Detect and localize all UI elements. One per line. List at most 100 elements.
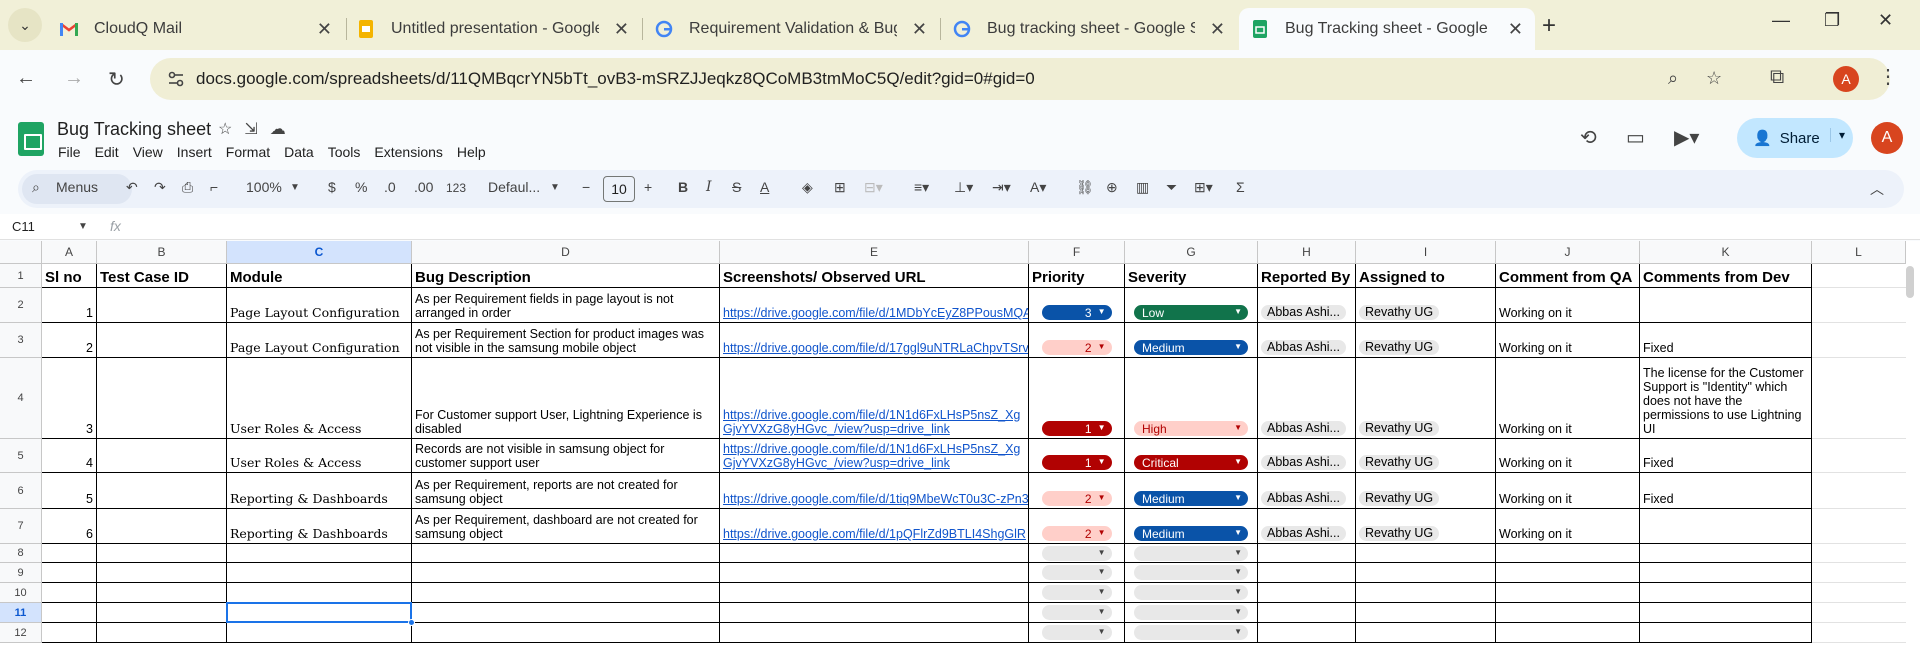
zoom-icon[interactable]: ⌕ bbox=[1668, 68, 1678, 89]
screenshot-link[interactable]: https://drive.google.com/file/d/1N1d6FxL… bbox=[723, 442, 1025, 470]
bug-description-cell[interactable]: As per Requirement, dashboard are not cr… bbox=[412, 509, 720, 544]
empty-cell[interactable] bbox=[1496, 603, 1640, 623]
move-folder-icon[interactable]: ⇲ bbox=[244, 121, 269, 138]
header-cell[interactable]: Sl no bbox=[42, 264, 97, 288]
reload-button[interactable]: ↻ bbox=[108, 67, 125, 92]
screenshot-link[interactable]: https://drive.google.com/file/d/1pQFlrZd… bbox=[723, 527, 1026, 541]
row-header-12[interactable]: 12 bbox=[0, 623, 42, 643]
header-cell[interactable]: Assigned to bbox=[1356, 264, 1496, 288]
close-icon[interactable]: ✕ bbox=[317, 19, 332, 40]
header-cell[interactable]: Module bbox=[227, 264, 412, 288]
fill-handle[interactable] bbox=[408, 619, 415, 626]
empty-cell[interactable] bbox=[1812, 603, 1906, 623]
column-header-k[interactable]: K bbox=[1640, 241, 1812, 264]
reported-by-cell[interactable]: Abbas Ashi... bbox=[1258, 439, 1356, 473]
test-case-id-cell[interactable] bbox=[97, 509, 227, 544]
empty-cell[interactable]: ▼ bbox=[1125, 583, 1258, 603]
paint-format-icon[interactable]: ⌐ bbox=[210, 179, 218, 195]
severity-cell[interactable]: High ▼ bbox=[1125, 358, 1258, 439]
priority-cell[interactable]: 1 ▼ bbox=[1029, 358, 1125, 439]
empty-cell[interactable] bbox=[1640, 583, 1812, 603]
screenshot-url-cell[interactable]: https://drive.google.com/file/d/17ggl9uN… bbox=[720, 323, 1029, 358]
priority-cell[interactable]: 2 ▼ bbox=[1029, 323, 1125, 358]
increase-decimal-button[interactable]: .00 bbox=[414, 179, 433, 195]
sl-no-cell[interactable]: 3 bbox=[42, 358, 97, 439]
test-case-id-cell[interactable] bbox=[97, 288, 227, 323]
sl-no-cell[interactable]: 1 bbox=[42, 288, 97, 323]
column-header-i[interactable]: I bbox=[1356, 241, 1496, 264]
reported-by-cell[interactable]: Abbas Ashi... bbox=[1258, 288, 1356, 323]
severity-cell[interactable]: Critical ▼ bbox=[1125, 439, 1258, 473]
empty-cell[interactable] bbox=[97, 583, 227, 603]
assigned-to-cell[interactable]: Revathy UG bbox=[1356, 288, 1496, 323]
star-icon[interactable]: ☆ bbox=[218, 121, 244, 138]
back-button[interactable]: ← bbox=[16, 67, 36, 90]
site-info-icon[interactable] bbox=[166, 69, 186, 89]
empty-cell[interactable] bbox=[720, 563, 1029, 583]
share-button[interactable]: 👤 Share ▾ bbox=[1737, 118, 1853, 158]
empty-dropdown-chip[interactable]: ▼ bbox=[1041, 605, 1112, 620]
empty-cell[interactable]: ▼ bbox=[1125, 544, 1258, 563]
spreadsheet-grid[interactable]: A B C D E F G H I J K L 1 2 3 4 5 6 7 8 9 10 11 12 Sl no Test Cas… bbox=[0, 241, 1920, 649]
severity-chip[interactable]: Medium ▼ bbox=[1134, 340, 1248, 355]
comment-qa-cell[interactable]: Working on it bbox=[1496, 323, 1640, 358]
screenshot-link[interactable]: https://drive.google.com/file/d/17ggl9uN… bbox=[723, 341, 1028, 355]
sheets-logo-icon[interactable] bbox=[18, 122, 44, 156]
empty-cell[interactable] bbox=[227, 583, 412, 603]
row-header-11[interactable]: 11 bbox=[0, 603, 42, 623]
empty-cell[interactable] bbox=[1258, 563, 1356, 583]
empty-cell[interactable] bbox=[1812, 323, 1906, 358]
empty-cell[interactable] bbox=[412, 623, 720, 643]
empty-cell[interactable] bbox=[1812, 623, 1906, 643]
person-chip[interactable]: Abbas Ashi... bbox=[1261, 455, 1346, 470]
screenshot-link[interactable]: https://drive.google.com/file/d/1MDbYcEy… bbox=[723, 306, 1028, 320]
module-cell[interactable]: User Roles & Access bbox=[227, 358, 412, 439]
person-chip[interactable]: Abbas Ashi... bbox=[1261, 491, 1346, 506]
more-options-icon[interactable]: ⋮ bbox=[1878, 64, 1898, 89]
row-header-10[interactable]: 10 bbox=[0, 583, 42, 603]
row-header-1[interactable]: 1 bbox=[0, 264, 42, 288]
empty-dropdown-chip[interactable]: ▼ bbox=[1041, 585, 1112, 600]
row-header-3[interactable]: 3 bbox=[0, 323, 42, 358]
severity-chip[interactable]: High ▼ bbox=[1134, 421, 1248, 436]
chevron-down-icon[interactable]: ▼ bbox=[78, 221, 88, 232]
bug-description-cell[interactable]: Records are not visible in samsung objec… bbox=[412, 439, 720, 473]
column-header-f[interactable]: F bbox=[1029, 241, 1125, 264]
priority-chip[interactable]: 1 ▼ bbox=[1041, 421, 1112, 436]
reported-by-cell[interactable]: Abbas Ashi... bbox=[1258, 358, 1356, 439]
empty-cell[interactable] bbox=[1258, 583, 1356, 603]
row-header-2[interactable]: 2 bbox=[0, 288, 42, 323]
empty-cell[interactable] bbox=[1812, 288, 1906, 323]
comment-qa-cell[interactable]: Working on it bbox=[1496, 288, 1640, 323]
empty-cell[interactable] bbox=[1640, 563, 1812, 583]
severity-cell[interactable]: Medium ▼ bbox=[1125, 473, 1258, 509]
empty-cell[interactable] bbox=[720, 583, 1029, 603]
column-header-e[interactable]: E bbox=[720, 241, 1029, 264]
empty-cell[interactable] bbox=[42, 583, 97, 603]
empty-dropdown-chip[interactable]: ▼ bbox=[1134, 625, 1248, 640]
screenshot-url-cell[interactable]: https://drive.google.com/file/d/1N1d6FxL… bbox=[720, 439, 1029, 473]
empty-cell[interactable] bbox=[42, 544, 97, 563]
comment-dev-cell[interactable] bbox=[1640, 288, 1812, 323]
empty-cell[interactable] bbox=[412, 563, 720, 583]
empty-cell[interactable] bbox=[1812, 473, 1906, 509]
document-title[interactable]: Bug Tracking sheet bbox=[57, 119, 211, 140]
filter-icon[interactable]: ⏷ bbox=[1166, 179, 1177, 196]
tab-bug-tracking-sheet-se[interactable]: Bug tracking sheet - Google Se ✕ bbox=[941, 8, 1237, 50]
empty-cell[interactable] bbox=[1496, 583, 1640, 603]
empty-cell[interactable] bbox=[412, 544, 720, 563]
column-header-l[interactable]: L bbox=[1812, 241, 1906, 264]
restore-button[interactable]: ❐ bbox=[1824, 10, 1840, 31]
empty-cell[interactable] bbox=[1356, 603, 1496, 623]
empty-dropdown-chip[interactable]: ▼ bbox=[1041, 565, 1112, 580]
fill-color-icon[interactable]: ◈ bbox=[802, 179, 813, 196]
close-icon[interactable]: ✕ bbox=[1210, 19, 1225, 40]
test-case-id-cell[interactable] bbox=[97, 323, 227, 358]
empty-cell[interactable]: ▼ bbox=[1029, 603, 1125, 623]
module-cell[interactable]: Reporting & Dashboards bbox=[227, 509, 412, 544]
screenshot-url-cell[interactable]: https://drive.google.com/file/d/1N1d6FxL… bbox=[720, 358, 1029, 439]
priority-cell[interactable]: 2 ▼ bbox=[1029, 509, 1125, 544]
empty-cell[interactable] bbox=[1356, 583, 1496, 603]
horizontal-align-icon[interactable]: ≡▾ bbox=[914, 179, 929, 196]
empty-dropdown-chip[interactable]: ▼ bbox=[1134, 545, 1248, 561]
